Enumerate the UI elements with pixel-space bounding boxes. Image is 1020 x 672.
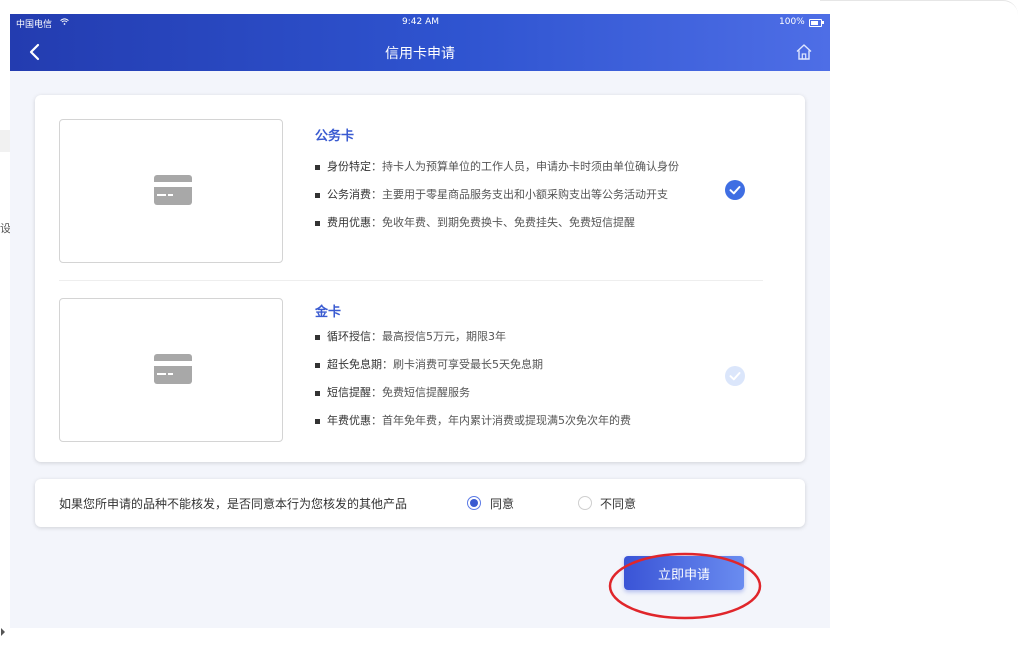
feature-item: 超长免息期：刷卡消费可享受最长5天免息期 xyxy=(315,351,715,379)
feature-label: 年费优惠 xyxy=(327,414,371,427)
wifi-icon xyxy=(60,18,69,25)
feature-text: ：刷卡消费可享受最长5天免息期 xyxy=(382,358,543,371)
page-title: 信用卡申请 xyxy=(385,46,455,62)
feature-text: ：主要用于零星商品服务支出和小额采购支出等公务活动开支 xyxy=(371,188,668,201)
battery-icon xyxy=(809,19,822,27)
agree-radio[interactable] xyxy=(467,496,481,510)
status-carrier: 中国电信 xyxy=(16,20,53,30)
selected-check-icon[interactable] xyxy=(725,180,745,200)
feature-list: 身份特定：持卡人为预算单位的工作人员，申请办卡时须由单位确认身份 公务消费：主要… xyxy=(315,153,715,237)
disagree-radio[interactable] xyxy=(578,496,592,510)
card-option-official[interactable]: 公务卡 身份特定：持卡人为预算单位的工作人员，申请办卡时须由单位确认身份 公务消… xyxy=(35,95,805,265)
feature-item: 循环授信：最高授信5万元，期限3年 xyxy=(315,323,715,351)
card-title: 金卡 xyxy=(315,305,342,320)
feature-item: 身份特定：持卡人为预算单位的工作人员，申请办卡时须由单位确认身份 xyxy=(315,153,715,181)
feature-text: ：最高授信5万元，期限3年 xyxy=(371,330,506,343)
credit-card-icon xyxy=(154,354,192,384)
feature-text: ：首年免年费，年内累计消费或提现满5次免次年的费 xyxy=(371,414,631,427)
home-icon[interactable] xyxy=(795,43,813,61)
feature-label: 身份特定 xyxy=(327,160,371,173)
feature-text: ：免费短信提醒服务 xyxy=(371,386,470,399)
feature-list: 循环授信：最高授信5万元，期限3年 超长免息期：刷卡消费可享受最长5天免息期 短… xyxy=(315,323,715,435)
credit-card-icon xyxy=(154,175,192,205)
status-time: 9:42 AM xyxy=(402,17,439,27)
window-frame-edge xyxy=(820,0,1018,15)
feature-item: 年费优惠：首年免年费，年内累计消费或提现满5次免次年的费 xyxy=(315,407,715,435)
card-title: 公务卡 xyxy=(315,129,355,144)
feature-item: 公务消费：主要用于零星商品服务支出和小额采购支出等公务活动开支 xyxy=(315,181,715,209)
feature-label: 超长免息期 xyxy=(327,358,382,371)
right-background xyxy=(830,0,1020,672)
card-option-gold[interactable]: 金卡 循环授信：最高授信5万元，期限3年 超长免息期：刷卡消费可享受最长5天免息… xyxy=(35,280,805,450)
status-battery-percent: 100% xyxy=(779,17,805,27)
card-image-placeholder xyxy=(59,119,283,263)
card-options-panel: 公务卡 身份特定：持卡人为预算单位的工作人员，申请办卡时须由单位确认身份 公务消… xyxy=(35,95,805,462)
red-annotation-circle xyxy=(608,552,762,620)
card-image-placeholder xyxy=(59,298,283,442)
unselected-check-icon[interactable] xyxy=(725,366,745,386)
agree-label[interactable]: 同意 xyxy=(490,495,514,512)
left-background xyxy=(0,0,10,672)
feature-label: 循环授信 xyxy=(327,330,371,343)
left-edge-chip xyxy=(0,130,10,152)
consent-question: 如果您所申请的品种不能核发，是否同意本行为您核发的其他产品 xyxy=(59,497,408,511)
disagree-label[interactable]: 不同意 xyxy=(600,495,636,512)
left-edge-arrow-icon xyxy=(1,628,5,636)
app-screen: 中国电信 9:42 AM 100% 信用卡申请 公务卡 身份特定：持卡人为预算单… xyxy=(10,14,830,628)
feature-text: ：持卡人为预算单位的工作人员，申请办卡时须由单位确认身份 xyxy=(371,160,679,173)
feature-label: 公务消费 xyxy=(327,188,371,201)
header-bar: 中国电信 9:42 AM 100% 信用卡申请 xyxy=(10,14,830,71)
feature-item: 费用优惠：免收年费、到期免费换卡、免费挂失、免费短信提醒 xyxy=(315,209,715,237)
feature-text: ：免收年费、到期免费换卡、免费挂失、免费短信提醒 xyxy=(371,216,635,229)
feature-label: 短信提醒 xyxy=(327,386,371,399)
feature-item: 短信提醒：免费短信提醒服务 xyxy=(315,379,715,407)
consent-bar: 如果您所申请的品种不能核发，是否同意本行为您核发的其他产品 同意 不同意 xyxy=(35,479,805,527)
feature-label: 费用优惠 xyxy=(327,216,371,229)
battery-tip xyxy=(822,21,824,24)
